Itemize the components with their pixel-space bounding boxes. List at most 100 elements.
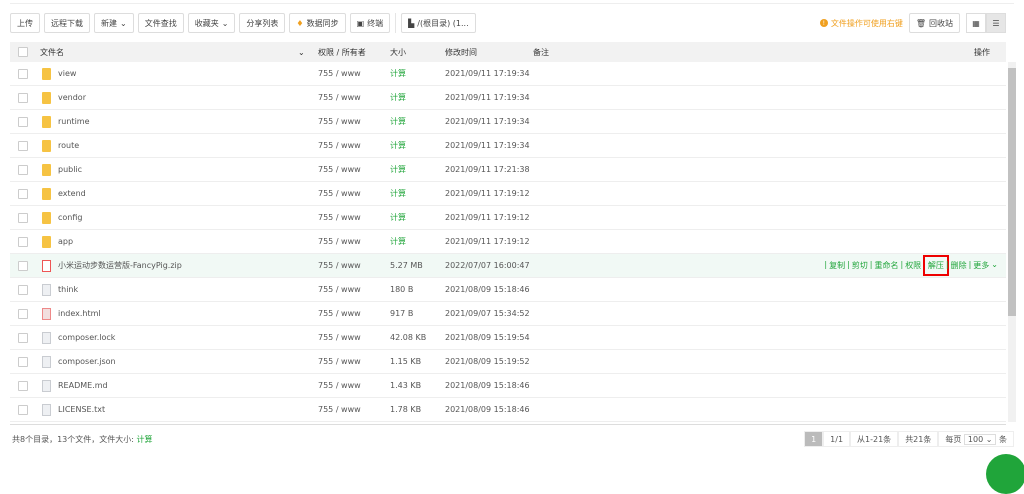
path-button[interactable]: ▙/(根目录) (1... <box>401 13 476 33</box>
file-perms[interactable]: 755 / www <box>318 261 361 270</box>
file-size[interactable]: 计算 <box>390 68 406 79</box>
file-perms[interactable]: 755 / www <box>318 189 361 198</box>
file-perms[interactable]: 755 / www <box>318 357 361 366</box>
file-perms[interactable]: 755 / www <box>318 141 361 150</box>
col-name[interactable]: 文件名 <box>40 47 64 58</box>
share-list-button[interactable]: 分享列表 <box>239 13 286 33</box>
per-page-select[interactable]: 100 ⌄ <box>963 433 997 445</box>
sort-chevron-icon[interactable]: ⌄ <box>298 48 305 57</box>
row-checkbox[interactable] <box>18 116 28 127</box>
file-perms[interactable]: 755 / www <box>318 213 361 222</box>
file-perms[interactable]: 755 / www <box>318 285 361 294</box>
table-row[interactable]: extend 755 / www 计算 2021/09/11 17:19:12 <box>10 182 1006 206</box>
table-row[interactable]: composer.json 755 / www 1.15 KB 2021/08/… <box>10 350 1006 374</box>
file-size[interactable]: 计算 <box>390 236 406 247</box>
row-checkbox[interactable] <box>18 68 28 79</box>
file-size[interactable]: 计算 <box>390 92 406 103</box>
remote-download-button[interactable]: 远程下载 <box>44 13 90 33</box>
table-row[interactable]: composer.lock 755 / www 42.08 KB 2021/08… <box>10 326 1006 350</box>
action-6[interactable]: 更多 <box>973 260 989 271</box>
list-view-button[interactable]: ☰ <box>986 13 1006 33</box>
table-row[interactable]: route 755 / www 计算 2021/09/11 17:19:34 <box>10 134 1006 158</box>
sync-button[interactable]: ♦ 数据同步 <box>289 13 346 33</box>
file-mtime: 2021/09/11 17:19:34 <box>445 69 530 78</box>
file-perms[interactable]: 755 / www <box>318 93 361 102</box>
file-name[interactable]: index.html <box>58 309 101 318</box>
file-size[interactable]: 计算 <box>390 188 406 199</box>
row-checkbox[interactable] <box>18 284 28 295</box>
file-perms[interactable]: 755 / www <box>318 237 361 246</box>
select-all-checkbox[interactable] <box>18 47 28 57</box>
file-name[interactable]: composer.json <box>58 357 116 366</box>
col-mtime[interactable]: 修改时间 <box>445 47 477 58</box>
row-checkbox[interactable] <box>18 380 28 391</box>
file-name[interactable]: config <box>58 213 82 222</box>
table-row[interactable]: index.html 755 / www 917 B 2021/09/07 15… <box>10 302 1006 326</box>
action-4[interactable]: 解压 <box>922 255 949 276</box>
row-checkbox[interactable] <box>18 236 28 247</box>
table-row[interactable]: runtime 755 / www 计算 2021/09/11 17:19:34 <box>10 110 1006 134</box>
table-row[interactable]: LICENSE.txt 755 / www 1.78 KB 2021/08/09… <box>10 398 1006 422</box>
table-row[interactable]: 小米运动步数运营版-FancyPig.zip 755 / www 5.27 MB… <box>10 254 1006 278</box>
file-name[interactable]: LICENSE.txt <box>58 405 105 414</box>
file-size[interactable]: 计算 <box>390 164 406 175</box>
file-perms[interactable]: 755 / www <box>318 117 361 126</box>
grid-view-button[interactable]: ▦ <box>966 13 986 33</box>
file-size[interactable]: 计算 <box>390 212 406 223</box>
action-1[interactable]: 剪切 <box>852 260 868 271</box>
upload-button[interactable]: 上传 <box>10 13 40 33</box>
action-0[interactable]: 复制 <box>829 260 845 271</box>
row-checkbox[interactable] <box>18 308 28 319</box>
new-button[interactable]: 新建 ⌄ <box>94 13 134 33</box>
col-perms[interactable]: 权限 / 所有者 <box>318 47 366 58</box>
file-perms[interactable]: 755 / www <box>318 165 361 174</box>
row-checkbox[interactable] <box>18 212 28 223</box>
action-2[interactable]: 重命名 <box>874 260 898 271</box>
row-checkbox[interactable] <box>18 260 28 271</box>
table-row[interactable]: config 755 / www 计算 2021/09/11 17:19:12 <box>10 206 1006 230</box>
action-3[interactable]: 权限 <box>905 260 921 271</box>
table-row[interactable]: app 755 / www 计算 2021/09/11 17:19:12 <box>10 230 1006 254</box>
table-row[interactable]: README.md 755 / www 1.43 KB 2021/08/09 1… <box>10 374 1006 398</box>
file-perms[interactable]: 755 / www <box>318 69 361 78</box>
table-row[interactable]: vendor 755 / www 计算 2021/09/11 17:19:34 <box>10 86 1006 110</box>
page-current[interactable]: 1 <box>804 431 824 447</box>
file-name[interactable]: runtime <box>58 117 90 126</box>
table-row[interactable]: view 755 / www 计算 2021/09/11 17:19:34 <box>10 62 1006 86</box>
col-size[interactable]: 大小 <box>390 47 406 58</box>
terminal-button[interactable]: ▣ 终端 <box>349 13 391 33</box>
file-perms[interactable]: 755 / www <box>318 381 361 390</box>
file-perms[interactable]: 755 / www <box>318 309 361 318</box>
file-name[interactable]: app <box>58 237 73 246</box>
file-name[interactable]: think <box>58 285 78 294</box>
calc-size-link[interactable]: 计算 <box>137 435 153 444</box>
row-checkbox[interactable] <box>18 140 28 151</box>
file-perms[interactable]: 755 / www <box>318 333 361 342</box>
file-name[interactable]: vendor <box>58 93 86 102</box>
row-checkbox[interactable] <box>18 188 28 199</box>
file-name[interactable]: public <box>58 165 82 174</box>
row-checkbox[interactable] <box>18 332 28 343</box>
file-perms[interactable]: 755 / www <box>318 405 361 414</box>
file-name[interactable]: composer.lock <box>58 333 115 342</box>
row-checkbox[interactable] <box>18 356 28 367</box>
row-checkbox[interactable] <box>18 92 28 103</box>
table-row[interactable]: think 755 / www 180 B 2021/08/09 15:18:4… <box>10 278 1006 302</box>
file-name[interactable]: route <box>58 141 79 150</box>
table-row[interactable]: public 755 / www 计算 2021/09/11 17:21:38 <box>10 158 1006 182</box>
scrollbar-thumb[interactable] <box>1008 68 1016 316</box>
floating-action-button[interactable] <box>986 454 1024 494</box>
file-size[interactable]: 计算 <box>390 116 406 127</box>
file-icon <box>42 355 51 368</box>
file-name[interactable]: README.md <box>58 381 108 390</box>
row-checkbox[interactable] <box>18 404 28 415</box>
file-name[interactable]: extend <box>58 189 86 198</box>
row-checkbox[interactable] <box>18 164 28 175</box>
file-size[interactable]: 计算 <box>390 140 406 151</box>
action-5[interactable]: 删除 <box>951 260 967 271</box>
favorites-button[interactable]: 收藏夹 ⌄ <box>187 13 236 33</box>
file-name[interactable]: view <box>58 69 76 78</box>
file-name[interactable]: 小米运动步数运营版-FancyPig.zip <box>58 260 182 271</box>
find-button[interactable]: 文件查找 <box>137 13 184 33</box>
recycle-bin-button[interactable]: 🗑 回收站 <box>908 13 960 33</box>
